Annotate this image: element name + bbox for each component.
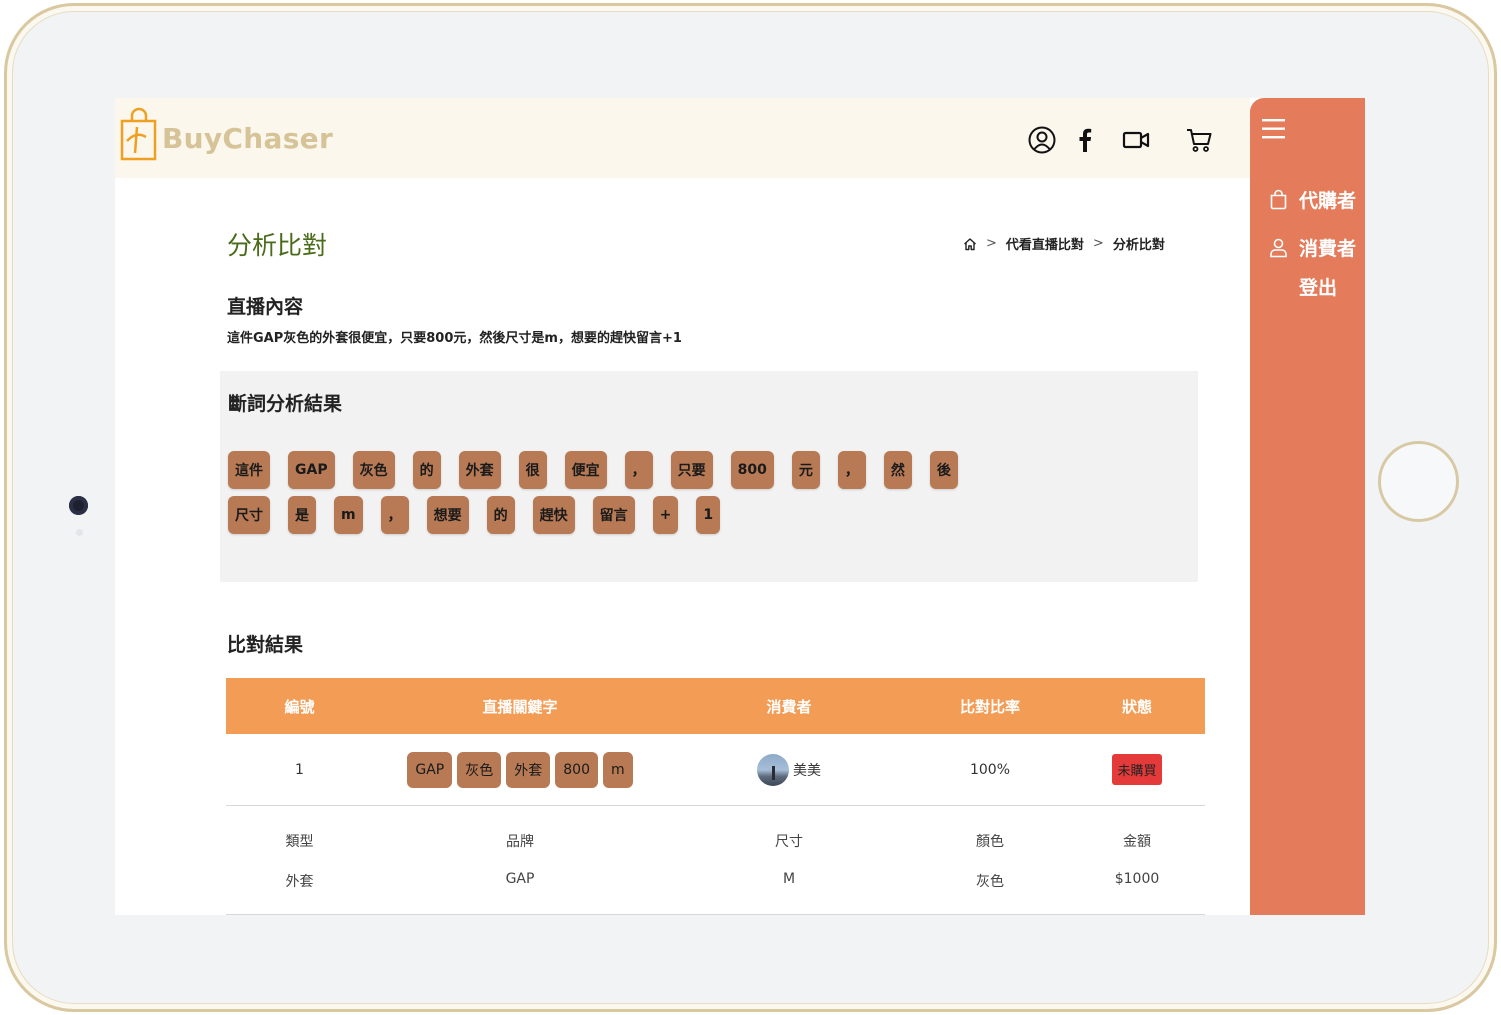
detail-section: 類型 品牌 尺寸 顏色 金額 外套 GAP M 灰色 $1000 (226, 806, 1205, 915)
segmentation-heading: 斷詞分析結果 (228, 393, 343, 415)
keyword-chip: 灰色 (457, 751, 502, 788)
breadcrumb-separator: > (1092, 236, 1104, 251)
live-content-heading: 直播內容 (227, 296, 304, 318)
user-icon (1270, 238, 1287, 258)
home-button[interactable] (1378, 441, 1459, 522)
table-row[interactable]: 1 GAP 灰色 外套 800 m 美美 100% 未購買 (226, 734, 1205, 806)
video-icon[interactable] (1121, 125, 1151, 155)
breadcrumb-separator: > (986, 236, 997, 251)
detail-value: GAP (505, 871, 535, 887)
word-chip: 這件 (228, 451, 270, 489)
sidebar-item-buyer[interactable]: 代購者 (1268, 186, 1356, 213)
word-chip: 想要 (426, 496, 469, 534)
segmentation-panel: 斷詞分析結果 這件 GAP 灰色 的 外套 很 便宜 ， 只要 800 元 ， … (220, 371, 1198, 582)
match-ratio: 100% (969, 761, 1011, 778)
avatar (757, 753, 789, 786)
sidebar-item-logout[interactable]: 登出 (1299, 273, 1337, 300)
brand-name[interactable]: BuyChaser (162, 122, 333, 155)
detail-header-row: 類型 品牌 尺寸 顏色 金額 (226, 831, 1205, 851)
word-chip: GAP (288, 451, 335, 489)
status-cell: 未購買 (1069, 754, 1205, 785)
header-cell: 比對比率 (959, 697, 1020, 716)
detail-value: $1000 (1114, 871, 1160, 887)
word-chip: 外套 (458, 451, 501, 489)
compare-heading: 比對結果 (227, 634, 304, 656)
detail-value: 外套 (285, 874, 314, 890)
segmentation-row-1: 這件 GAP 灰色 的 外套 很 便宜 ， 只要 800 元 ， 然 後 (228, 451, 976, 489)
camera-icon (69, 496, 88, 515)
breadcrumb-current: 分析比對 (1112, 238, 1165, 253)
word-chip: 趕快 (532, 496, 575, 534)
header-cell: 直播關鍵字 (482, 697, 558, 716)
status-badge[interactable]: 未購買 (1112, 754, 1162, 785)
sidebar-item-label: 消費者 (1299, 238, 1357, 260)
keyword-cell: GAP 灰色 外套 800 m (373, 751, 667, 788)
word-chip: m (334, 496, 363, 534)
detail-value: M (782, 871, 796, 887)
sidebar-item-consumer[interactable]: 消費者 (1268, 234, 1356, 261)
detail-value: 灰色 (976, 874, 1004, 890)
word-chip: 很 (518, 451, 547, 489)
cart-icon[interactable] (1184, 125, 1214, 155)
screen: BuyChaser 代購者 消費者 登出 分析比對 > 代看直播比對 > 分析比… (115, 98, 1365, 915)
word-chip: 只要 (670, 451, 713, 489)
live-content-text: 這件GAP灰色的外套很便宜，只要800元，然後尺寸是m，想要的趕快留言+1 (227, 331, 682, 346)
word-chip: 尺寸 (228, 496, 270, 534)
shopping-bag-logo-icon[interactable] (120, 107, 158, 161)
user-circle-icon[interactable] (1027, 125, 1057, 155)
keyword-chip: m (602, 751, 633, 788)
word-chip: 的 (412, 451, 441, 489)
word-chip: ， (380, 496, 409, 534)
hamburger-icon[interactable] (1262, 117, 1286, 141)
facebook-icon[interactable] (1070, 125, 1100, 155)
header-cell: 編號 (284, 697, 315, 716)
breadcrumb-link[interactable]: 代看直播比對 (1006, 234, 1084, 253)
word-chip: 便宜 (564, 451, 607, 489)
bag-icon (1270, 189, 1287, 210)
segmentation-row-2: 尺寸 是 m ， 想要 的 趕快 留言 + 1 (228, 496, 738, 534)
sensor-dot (76, 529, 83, 536)
detail-label: 品牌 (506, 834, 534, 850)
word-chip: 留言 (592, 496, 635, 534)
detail-value-row: 外套 GAP M 灰色 $1000 (226, 871, 1205, 891)
buyer-name: 美美 (793, 762, 821, 779)
breadcrumb: > 代看直播比對 > 分析比對 (963, 234, 1165, 253)
word-chip: + (652, 496, 679, 534)
top-bar: BuyChaser (115, 98, 1250, 178)
compare-table: 編號 直播關鍵字 消費者 比對比率 狀態 1 GAP 灰色 外套 800 m 美… (226, 678, 1205, 915)
word-chip: 元 (791, 451, 820, 489)
home-icon[interactable] (963, 237, 977, 251)
sidebar-item-label: 登出 (1299, 277, 1338, 299)
keyword-chip: 800 (555, 751, 598, 788)
word-chip: 然 (883, 451, 912, 489)
word-chip: ， (837, 451, 866, 489)
word-chip: 的 (486, 496, 515, 534)
header-cell: 消費者 (766, 697, 812, 716)
detail-label: 金額 (1123, 834, 1151, 850)
sidebar-item-label: 代購者 (1299, 190, 1357, 212)
detail-label: 類型 (285, 834, 314, 850)
buyer-cell: 美美 (667, 753, 911, 786)
word-chip: 後 (929, 451, 958, 489)
table-header: 編號 直播關鍵字 消費者 比對比率 狀態 (226, 678, 1205, 734)
page-title: 分析比對 (227, 231, 328, 260)
keyword-chip: 外套 (506, 751, 551, 788)
word-chip: 1 (696, 496, 721, 534)
detail-label: 尺寸 (775, 834, 803, 850)
word-chip: ， (624, 451, 653, 489)
detail-label: 顏色 (976, 834, 1004, 850)
word-chip: 800 (730, 451, 774, 489)
word-chip: 是 (288, 496, 316, 534)
sidebar: 代購者 消費者 登出 (1250, 98, 1365, 915)
row-number: 1 (295, 761, 304, 778)
word-chip: 灰色 (352, 451, 395, 489)
keyword-chip: GAP (407, 751, 453, 788)
header-cell: 狀態 (1121, 697, 1152, 716)
